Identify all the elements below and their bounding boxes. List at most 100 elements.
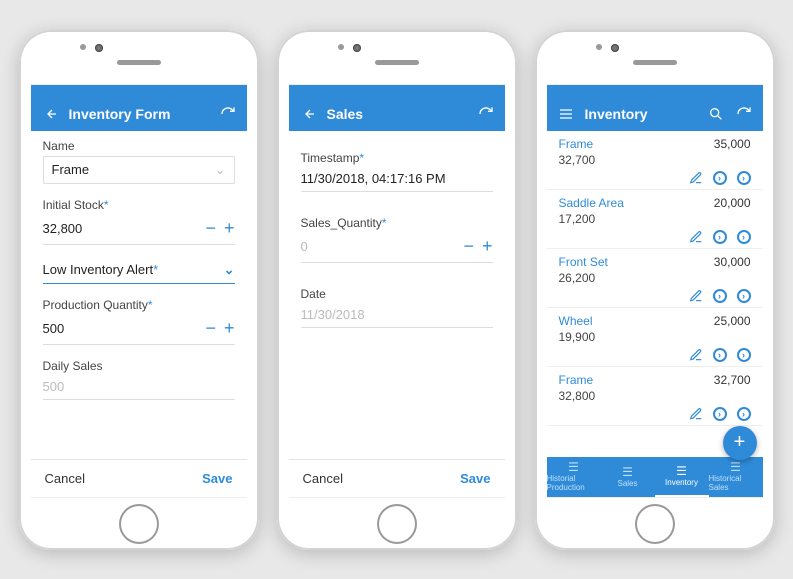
- tab-sales[interactable]: ☰Sales: [601, 457, 655, 497]
- value-timestamp: 11/30/2018, 04:17:16 PM: [301, 171, 493, 186]
- edit-icon[interactable]: [689, 230, 703, 244]
- phone-inventory-list: Inventory Frame35,00032,700››Saddle Area…: [535, 30, 775, 550]
- back-arrow-icon[interactable]: [41, 105, 59, 123]
- edit-icon[interactable]: [689, 289, 703, 303]
- edit-icon[interactable]: [689, 348, 703, 362]
- chevron-right-icon[interactable]: ›: [737, 407, 751, 421]
- chevron-right-icon[interactable]: ›: [737, 171, 751, 185]
- input-timestamp[interactable]: 11/30/2018, 04:17:16 PM: [301, 168, 493, 192]
- cancel-button[interactable]: Cancel: [45, 471, 85, 486]
- chevron-right-icon[interactable]: ›: [713, 289, 727, 303]
- page-title: Inventory: [585, 106, 697, 122]
- list-icon: ☰: [622, 466, 633, 478]
- input-prod-qty[interactable]: 500 − +: [43, 315, 235, 345]
- tab-label: Historial Production: [547, 474, 601, 492]
- save-button[interactable]: Save: [460, 471, 490, 486]
- inventory-item[interactable]: Saddle Area20,00017,200››: [547, 190, 763, 249]
- item-sub-value: 32,800: [559, 389, 751, 403]
- tab-label: Inventory: [665, 478, 698, 487]
- field-name: Name Frame ⌄: [43, 139, 235, 184]
- item-right-value: 35,000: [714, 137, 751, 151]
- chevron-right-icon[interactable]: ›: [737, 348, 751, 362]
- search-icon[interactable]: [707, 105, 725, 123]
- increment-button[interactable]: +: [224, 218, 235, 239]
- input-initial-stock[interactable]: 32,800 − +: [43, 215, 235, 245]
- increment-button[interactable]: +: [482, 236, 493, 257]
- edit-icon[interactable]: [689, 171, 703, 185]
- back-arrow-icon[interactable]: [299, 105, 317, 123]
- page-title: Inventory Form: [69, 106, 209, 122]
- refresh-icon[interactable]: [477, 105, 495, 123]
- phone-bezel-bottom: [19, 498, 259, 550]
- label-date: Date: [301, 287, 493, 301]
- home-button[interactable]: [635, 504, 675, 544]
- save-button[interactable]: Save: [202, 471, 232, 486]
- label-sales-qty: Sales_Quantity*: [301, 216, 493, 230]
- input-date[interactable]: 11/30/2018: [301, 304, 493, 328]
- field-prod-qty: Production Quantity* 500 − +: [43, 298, 235, 345]
- tab-historial-production[interactable]: ☰Historial Production: [547, 457, 601, 497]
- item-right-value: 30,000: [714, 255, 751, 269]
- phone-inventory-form: Inventory Form Name Frame ⌄ Initial Stoc…: [19, 30, 259, 550]
- cancel-button[interactable]: Cancel: [303, 471, 343, 486]
- tab-historical-sales[interactable]: ☰Historical Sales: [709, 457, 763, 497]
- menu-icon[interactable]: [557, 105, 575, 123]
- select-name-value: Frame: [52, 162, 90, 177]
- select-name[interactable]: Frame ⌄: [43, 156, 235, 184]
- item-name: Saddle Area: [559, 196, 624, 210]
- status-bar: [547, 85, 763, 97]
- item-sub-value: 19,900: [559, 330, 751, 344]
- value-initial-stock: 32,800: [43, 221, 206, 236]
- form-footer: Cancel Save: [31, 459, 247, 497]
- field-date: Date 11/30/2018: [301, 287, 493, 328]
- label-low-alert: Low Inventory Alert*: [43, 262, 224, 277]
- nav-bar: Inventory: [547, 97, 763, 131]
- status-bar: [31, 85, 247, 97]
- chevron-right-icon[interactable]: ›: [713, 407, 727, 421]
- chevron-right-icon[interactable]: ›: [713, 171, 727, 185]
- inventory-item[interactable]: Front Set30,00026,200››: [547, 249, 763, 308]
- decrement-button[interactable]: −: [463, 236, 474, 257]
- item-right-value: 32,700: [714, 373, 751, 387]
- inventory-list[interactable]: Frame35,00032,700››Saddle Area20,00017,2…: [547, 131, 763, 457]
- field-timestamp: Timestamp* 11/30/2018, 04:17:16 PM: [301, 151, 493, 192]
- decrement-button[interactable]: −: [205, 318, 216, 339]
- label-name: Name: [43, 139, 235, 153]
- chevron-right-icon[interactable]: ›: [713, 230, 727, 244]
- home-button[interactable]: [119, 504, 159, 544]
- input-daily-sales[interactable]: 500: [43, 376, 235, 400]
- chevron-right-icon[interactable]: ›: [713, 348, 727, 362]
- field-daily-sales: Daily Sales 500: [43, 359, 235, 400]
- list-icon: ☰: [568, 461, 579, 473]
- inventory-item[interactable]: Frame35,00032,700››: [547, 131, 763, 190]
- phone-bezel-top: [277, 30, 517, 84]
- stepper-sales-qty: − +: [463, 236, 492, 257]
- item-sub-value: 32,700: [559, 153, 751, 167]
- refresh-icon[interactable]: [219, 105, 237, 123]
- home-button[interactable]: [377, 504, 417, 544]
- item-name: Front Set: [559, 255, 608, 269]
- label-initial-stock: Initial Stock*: [43, 198, 235, 212]
- stepper-initial-stock: − +: [205, 218, 234, 239]
- refresh-icon[interactable]: [735, 105, 753, 123]
- increment-button[interactable]: +: [224, 318, 235, 339]
- status-bar: [289, 85, 505, 97]
- phone-bezel-bottom: [277, 498, 517, 550]
- list-icon: ☰: [676, 465, 687, 477]
- add-button[interactable]: +: [723, 426, 757, 460]
- value-prod-qty: 500: [43, 321, 206, 336]
- decrement-button[interactable]: −: [205, 218, 216, 239]
- chevron-down-icon: ⌄: [224, 262, 235, 278]
- tab-bar: ☰Historial Production☰Sales☰Inventory☰Hi…: [547, 457, 763, 497]
- input-low-alert[interactable]: Low Inventory Alert* ⌄: [43, 259, 235, 284]
- tab-inventory[interactable]: ☰Inventory: [655, 457, 709, 497]
- label-timestamp: Timestamp*: [301, 151, 493, 165]
- edit-icon[interactable]: [689, 407, 703, 421]
- chevron-right-icon[interactable]: ›: [737, 230, 751, 244]
- chevron-right-icon[interactable]: ›: [737, 289, 751, 303]
- form-footer: Cancel Save: [289, 459, 505, 497]
- inventory-item[interactable]: Frame32,70032,800››: [547, 367, 763, 426]
- input-sales-qty[interactable]: 0 − +: [301, 233, 493, 263]
- form-content: Name Frame ⌄ Initial Stock* 32,800 − +: [31, 131, 247, 459]
- inventory-item[interactable]: Wheel25,00019,900››: [547, 308, 763, 367]
